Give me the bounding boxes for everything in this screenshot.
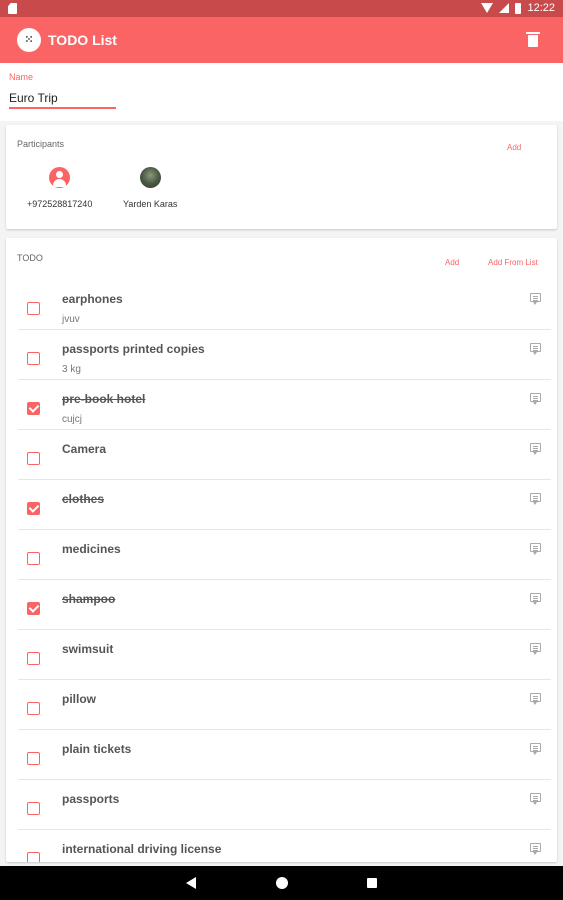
avatar bbox=[139, 167, 161, 188]
todo-item[interactable]: plain tickets bbox=[18, 730, 551, 780]
todo-item[interactable]: passports bbox=[18, 780, 551, 830]
todo-item-title: pre-book hotel bbox=[62, 392, 146, 406]
todo-card: TODO Add Add From List earphones jvuv pass… bbox=[6, 238, 557, 862]
todo-checkbox[interactable] bbox=[27, 652, 40, 665]
participants-card: Participants Add +972528817240 Yarden Ka… bbox=[6, 125, 557, 229]
todo-checkbox[interactable] bbox=[27, 752, 40, 765]
comment-icon[interactable] bbox=[530, 293, 541, 305]
todo-checkbox[interactable] bbox=[27, 702, 40, 715]
add-participant-button[interactable]: Add bbox=[507, 143, 521, 152]
add-todo-button[interactable]: Add bbox=[445, 258, 459, 267]
comment-icon[interactable] bbox=[530, 843, 541, 855]
add-from-list-button[interactable]: Add From List bbox=[488, 258, 538, 267]
name-section: Name bbox=[0, 63, 563, 121]
sim-card-icon bbox=[8, 3, 17, 14]
todo-item[interactable]: pre-book hotel cujcj bbox=[18, 380, 551, 430]
todo-item[interactable]: international driving license bbox=[18, 830, 551, 862]
todo-item-note: jvuv bbox=[62, 314, 80, 325]
todo-checkbox[interactable] bbox=[27, 802, 40, 815]
comment-icon[interactable] bbox=[530, 643, 541, 655]
todo-item[interactable]: clothes bbox=[18, 480, 551, 530]
comment-icon[interactable] bbox=[530, 493, 541, 505]
name-label: Name bbox=[9, 72, 34, 82]
todo-checkbox[interactable] bbox=[27, 602, 40, 615]
todo-checkbox[interactable] bbox=[27, 302, 40, 315]
todo-item[interactable]: earphones jvuv bbox=[18, 280, 551, 330]
todo-item[interactable]: swimsuit bbox=[18, 630, 551, 680]
todo-checkbox[interactable] bbox=[27, 452, 40, 465]
todo-checkbox[interactable] bbox=[27, 352, 40, 365]
todo-item[interactable]: passports printed copies 3 kg bbox=[18, 330, 551, 380]
participants-title: Participants bbox=[17, 139, 65, 149]
todo-item-title: Camera bbox=[62, 442, 107, 456]
todo-item[interactable]: Camera bbox=[18, 430, 551, 480]
app-bar: ⁙ TODO List bbox=[0, 17, 563, 63]
todo-item-title: medicines bbox=[62, 542, 121, 556]
comment-icon[interactable] bbox=[530, 343, 541, 355]
todo-checkbox[interactable] bbox=[27, 552, 40, 565]
todo-item-title: shampoo bbox=[62, 592, 116, 606]
navigation-bar bbox=[0, 866, 563, 900]
todo-item-title: passports printed copies bbox=[62, 342, 205, 356]
comment-icon[interactable] bbox=[530, 743, 541, 755]
todo-item-note: cujcj bbox=[62, 414, 83, 425]
todo-list: earphones jvuv passports printed copies 3 k… bbox=[18, 280, 551, 862]
todo-item[interactable]: medicines bbox=[18, 530, 551, 580]
dice-icon: ⁙ bbox=[17, 28, 41, 52]
name-input[interactable] bbox=[9, 89, 116, 109]
wifi-icon bbox=[481, 3, 494, 13]
recent-apps-icon[interactable] bbox=[367, 878, 377, 888]
todo-item[interactable]: pillow bbox=[18, 680, 551, 730]
comment-icon[interactable] bbox=[530, 443, 541, 455]
todo-item-note: 3 kg bbox=[62, 364, 81, 375]
todo-item-title: pillow bbox=[62, 692, 96, 706]
todo-item-title: international driving license bbox=[62, 842, 222, 856]
participant-name: +972528817240 bbox=[27, 199, 93, 209]
trash-icon[interactable] bbox=[526, 32, 540, 47]
participant-name: Yarden Karas bbox=[123, 199, 178, 209]
todo-title: TODO bbox=[17, 253, 43, 263]
todo-checkbox[interactable] bbox=[27, 852, 40, 862]
comment-icon[interactable] bbox=[530, 543, 541, 555]
todo-checkbox[interactable] bbox=[27, 402, 40, 415]
status-bar: 12:22 bbox=[0, 0, 563, 17]
battery-icon bbox=[515, 2, 522, 14]
todo-checkbox[interactable] bbox=[27, 502, 40, 515]
app-title: TODO List bbox=[48, 32, 117, 48]
todo-item-title: clothes bbox=[62, 492, 105, 506]
back-icon[interactable] bbox=[186, 877, 196, 889]
default-person-icon bbox=[49, 167, 71, 188]
signal-icon bbox=[499, 3, 510, 13]
todo-item-title: passports bbox=[62, 792, 120, 806]
todo-item-title: swimsuit bbox=[62, 642, 114, 656]
comment-icon[interactable] bbox=[530, 693, 541, 705]
participant[interactable]: Yarden Karas bbox=[123, 167, 177, 209]
home-icon[interactable] bbox=[276, 877, 288, 889]
todo-item[interactable]: shampoo bbox=[18, 580, 551, 630]
comment-icon[interactable] bbox=[530, 593, 541, 605]
comment-icon[interactable] bbox=[530, 393, 541, 405]
comment-icon[interactable] bbox=[530, 793, 541, 805]
status-time: 12:22 bbox=[527, 2, 555, 14]
participant[interactable]: +972528817240 bbox=[27, 167, 92, 209]
todo-item-title: plain tickets bbox=[62, 742, 132, 756]
todo-item-title: earphones bbox=[62, 292, 123, 306]
